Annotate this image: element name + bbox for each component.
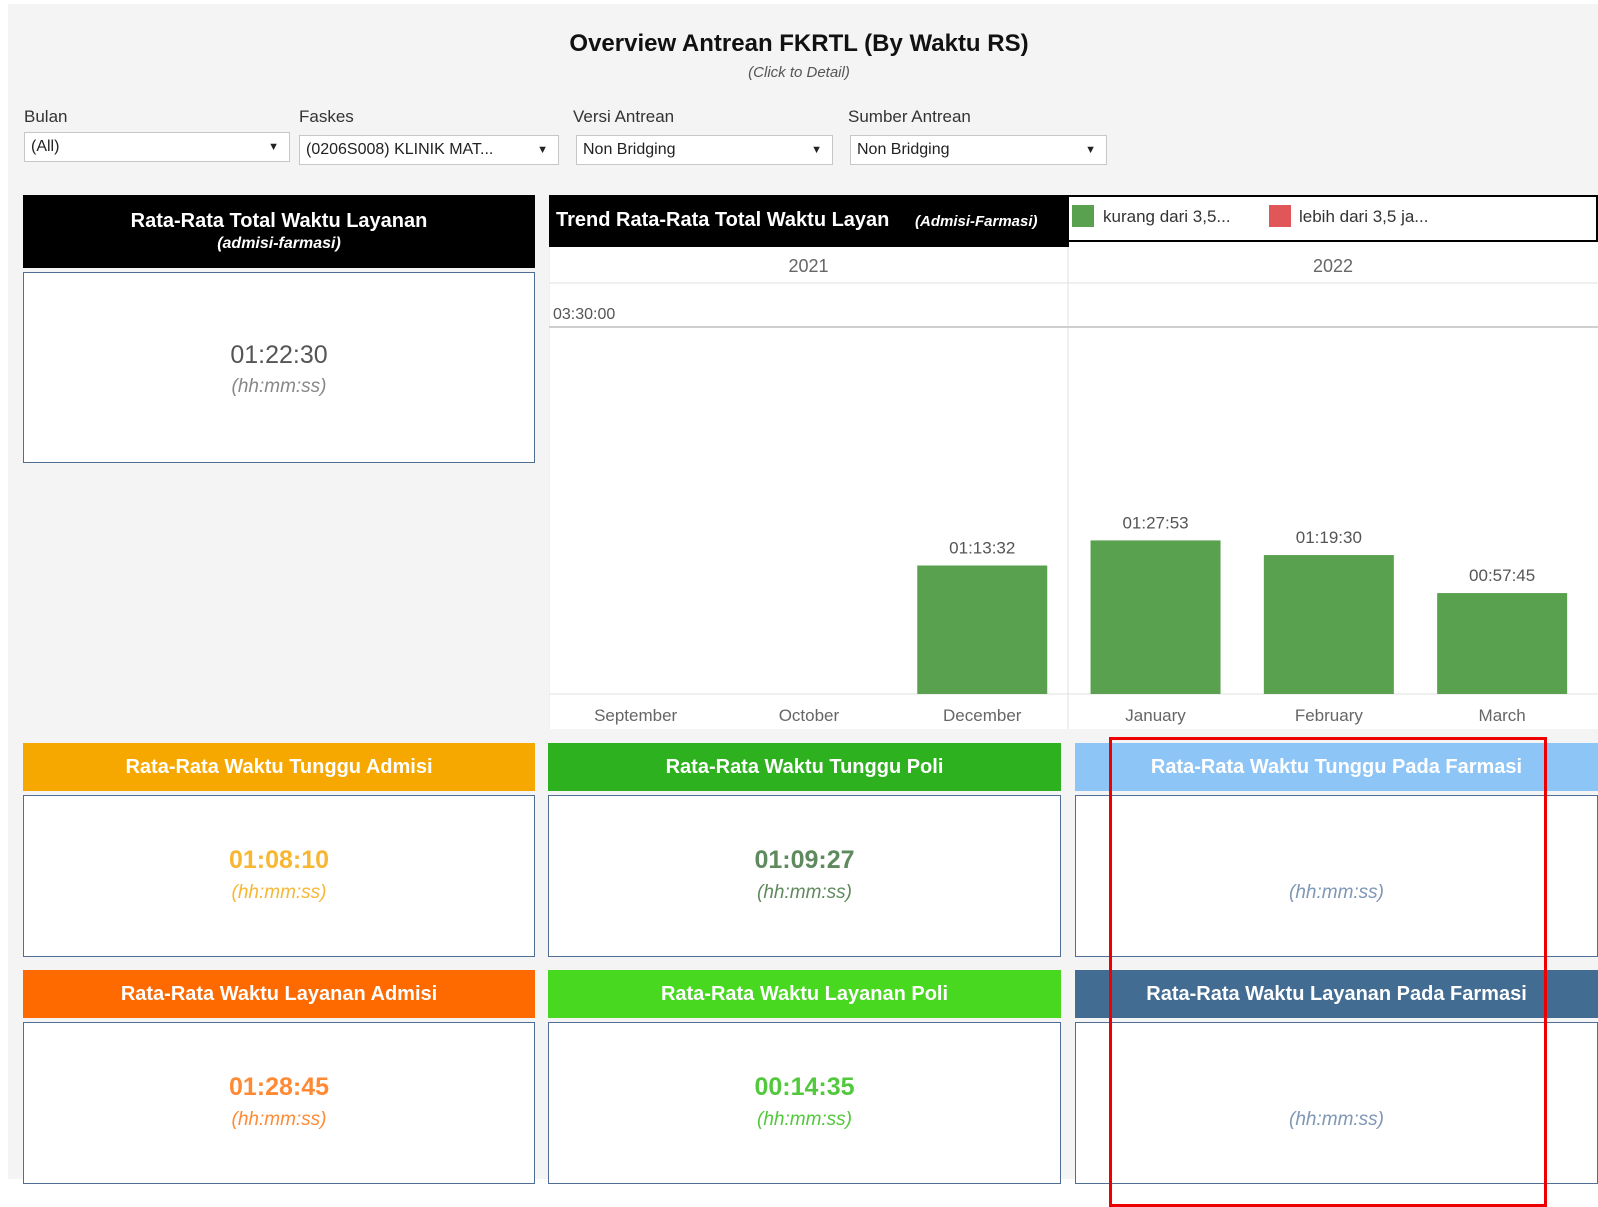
filter-versi-dropdown[interactable]: Non Bridging ▼: [576, 135, 833, 165]
total-card-title: Rata-Rata Total Waktu Layanan: [130, 210, 428, 232]
card-value-tunggu-admisi: 01:08:10: [228, 846, 330, 874]
page-title: Overview Antrean FKRTL (By Waktu RS): [569, 30, 1029, 57]
total-card-value: 01:22:30: [230, 341, 328, 369]
trend-chart-title: Trend Rata-Rata Total Waktu Layan: [556, 209, 890, 231]
data-label-december: 01:13:32: [949, 538, 1015, 557]
trend-chart-header: Trend Rata-Rata Total Waktu Layan (Admis…: [549, 195, 1069, 247]
filter-label-faskes: Faskes: [299, 107, 354, 126]
legend-swatch-red[interactable]: [1269, 205, 1291, 227]
legend-swatch-green[interactable]: [1072, 205, 1094, 227]
x-tick-label-october: October: [779, 706, 840, 725]
card-header-tunggu-poli[interactable]: Rata-Rata Waktu Tunggu Poli: [548, 743, 1061, 791]
filter-faskes-dropdown[interactable]: (0206S008) KLINIK MAT... ▼: [299, 135, 559, 165]
card-title-tunggu-poli: Rata-Rata Waktu Tunggu Poli: [665, 755, 944, 778]
x-tick-label-march: March: [1479, 706, 1526, 725]
card-body-layanan-admisi[interactable]: 01:28:45 (hh:mm:ss): [23, 1022, 535, 1184]
card-title-layanan-admisi: Rata-Rata Waktu Layanan Admisi: [120, 982, 438, 1005]
x-tick-label-december: December: [943, 706, 1022, 725]
filter-versi-value: Non Bridging: [583, 141, 676, 158]
x-tick-label-january: January: [1125, 706, 1186, 725]
card-body-layanan-poli[interactable]: 00:14:35 (hh:mm:ss): [548, 1022, 1061, 1184]
total-card-body[interactable]: 01:22:30 (hh:mm:ss): [23, 272, 535, 463]
card-title-layanan-poli: Rata-Rata Waktu Layanan Poli: [660, 982, 949, 1005]
card-value-layanan-poli: 00:14:35: [754, 1073, 855, 1101]
card-title-tunggu-admisi: Rata-Rata Waktu Tunggu Admisi: [125, 755, 433, 778]
year-label-2021: 2021: [788, 256, 828, 276]
data-label-february: 01:19:30: [1296, 528, 1362, 547]
filter-label-sumber: Sumber Antrean: [848, 107, 971, 126]
card-unit-layanan-admisi: (hh:mm:ss): [231, 1109, 327, 1130]
filter-bulan-value: (All): [31, 138, 60, 155]
card-unit-layanan-poli: (hh:mm:ss): [757, 1109, 852, 1130]
chevron-down-icon: ▼: [537, 144, 548, 156]
card-value-layanan-admisi: 01:28:45: [228, 1073, 330, 1101]
total-card-header[interactable]: Rata-Rata Total Waktu Layanan (admisi-fa…: [23, 195, 535, 268]
card-body-tunggu-poli[interactable]: 01:09:27 (hh:mm:ss): [548, 795, 1061, 957]
filter-label-bulan: Bulan: [24, 107, 68, 126]
card-header-layanan-poli[interactable]: Rata-Rata Waktu Layanan Poli: [548, 970, 1061, 1018]
card-value-tunggu-poli: 01:09:27: [754, 846, 855, 874]
total-card-unit: (hh:mm:ss): [231, 376, 327, 397]
page-subtitle[interactable]: (Click to Detail): [8, 64, 1598, 81]
bar-january: [1090, 540, 1221, 694]
trend-chart-title-suffix: (Admisi-Farmasi): [915, 213, 1038, 230]
data-label-january: 01:27:53: [1122, 513, 1188, 532]
x-tick-label-september: September: [594, 706, 677, 725]
trend-legend: kurang dari 3,5... lebih dari 3,5 ja...: [1069, 195, 1598, 242]
data-label-march: 00:57:45: [1469, 566, 1535, 585]
chevron-down-icon: ▼: [811, 144, 822, 156]
card-header-tunggu-admisi[interactable]: Rata-Rata Waktu Tunggu Admisi: [23, 743, 535, 791]
card-unit-tunggu-poli: (hh:mm:ss): [757, 882, 852, 903]
reference-line-label: 03:30:00: [553, 306, 615, 323]
filter-label-versi: Versi Antrean: [573, 107, 675, 126]
bar-december: [917, 565, 1048, 694]
legend-label-green[interactable]: kurang dari 3,5...: [1103, 207, 1231, 227]
x-tick-label-february: February: [1295, 706, 1364, 725]
card-header-layanan-admisi[interactable]: Rata-Rata Waktu Layanan Admisi: [23, 970, 535, 1018]
bar-february: [1263, 555, 1394, 694]
card-unit-tunggu-admisi: (hh:mm:ss): [231, 882, 327, 903]
card-body-tunggu-admisi[interactable]: 01:08:10 (hh:mm:ss): [23, 795, 535, 957]
chevron-down-icon: ▼: [1085, 144, 1096, 156]
trend-bar-chart: 03:30:00 2021 2022 September October December…: [549, 247, 1598, 729]
year-label-2022: 2022: [1313, 256, 1353, 276]
filter-sumber-dropdown[interactable]: Non Bridging ▼: [850, 135, 1107, 165]
filter-bulan-dropdown[interactable]: (All) ▼: [24, 132, 290, 162]
total-card-subtitle: (admisi-farmasi): [217, 235, 341, 252]
bar-march: [1437, 593, 1568, 694]
legend-label-red[interactable]: lebih dari 3,5 ja...: [1299, 207, 1428, 227]
filter-faskes-value: (0206S008) KLINIK MAT...: [306, 141, 494, 158]
highlight-annotation-box: [1109, 737, 1547, 1207]
chevron-down-icon: ▼: [268, 141, 279, 153]
filter-sumber-value: Non Bridging: [857, 141, 950, 158]
